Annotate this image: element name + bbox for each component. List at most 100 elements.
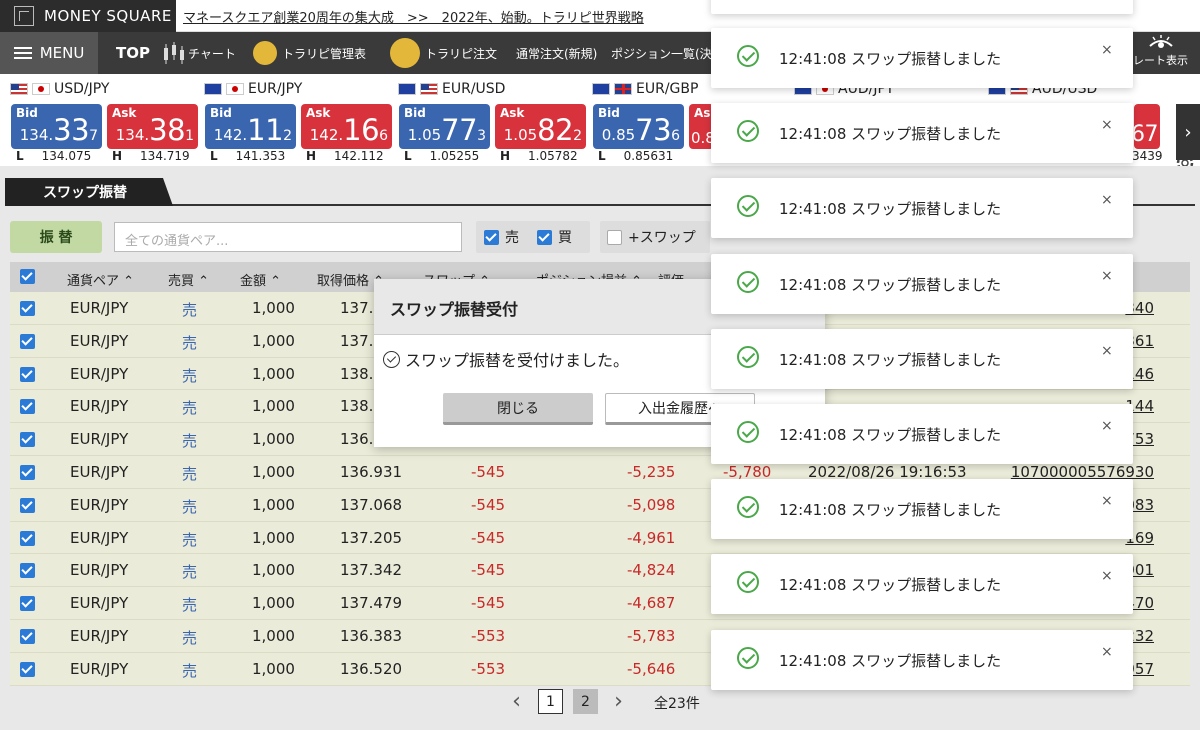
check-circle-icon: [737, 45, 759, 67]
cell-price: 137.068: [340, 495, 403, 514]
bid-button[interactable]: Bid 0.85736: [593, 104, 684, 149]
tab-swap-transfer[interactable]: スワップ振替: [5, 178, 173, 206]
menu-button[interactable]: MENU: [0, 32, 98, 74]
cell-pl: -5,235: [627, 462, 676, 481]
row-checkbox[interactable]: [20, 530, 35, 546]
cell-side: 売: [182, 366, 198, 385]
row-checkbox[interactable]: [20, 497, 35, 513]
page-1[interactable]: 1: [538, 689, 563, 714]
quote-header: EUR/GBP: [592, 81, 698, 97]
side-filter: 売 買: [476, 221, 590, 253]
menu-label: MENU: [39, 44, 85, 62]
cell-amount: 1,000: [252, 659, 295, 678]
close-icon[interactable]: ×: [1101, 192, 1113, 208]
ask-button[interactable]: 67: [1131, 104, 1160, 149]
cell-amount: 1,000: [252, 299, 295, 317]
next-page-icon[interactable]: ›: [606, 689, 631, 714]
scroll-right-arrow[interactable]: ›: [1176, 104, 1200, 160]
toast-notification: 12:41:08 スワップ振替しました ×: [711, 479, 1133, 540]
quote-eurusd[interactable]: EUR/USD Bid 1.05773 Ask 1.05822 L 1.05255 H…: [388, 74, 586, 166]
row-checkbox[interactable]: [20, 366, 35, 382]
low-value: L 141.353: [210, 149, 286, 163]
quote-header: USD/JPY: [10, 81, 109, 97]
cell-pl: -4,687: [627, 594, 676, 613]
plus-swap-filter: +スワップ: [600, 221, 710, 253]
close-icon[interactable]: ×: [1101, 568, 1113, 584]
cell-price: 137.205: [340, 528, 403, 547]
swap-transfer-button[interactable]: 振 替: [10, 221, 102, 253]
toast-notification: 12:41:08 スワップ振替しました ×: [711, 28, 1133, 88]
row-checkbox[interactable]: [20, 628, 35, 644]
row-checkbox[interactable]: [20, 301, 35, 316]
bid-button[interactable]: Bid 134.337: [11, 104, 102, 149]
low-value: L 1.05255: [404, 149, 480, 163]
plus-swap-checkbox[interactable]: [607, 229, 622, 245]
row-checkbox[interactable]: [20, 563, 35, 579]
pair-name: EUR/JPY: [248, 81, 303, 97]
quote-eurjpy[interactable]: EUR/JPY Bid 142.112 Ask 142.166 L 141.353 H…: [194, 74, 392, 166]
close-icon[interactable]: ×: [1101, 42, 1113, 58]
cell-swap: -553: [471, 626, 506, 645]
nav-trapl-order[interactable]: トラリピ注文: [390, 32, 497, 74]
col-side[interactable]: 売買 ⌃: [168, 270, 209, 289]
cell-pl: -4,961: [627, 528, 676, 547]
nav-trapl-manage[interactable]: トラリピ管理表: [253, 32, 366, 74]
plus-swap-label: +スワップ: [628, 230, 696, 246]
row-checkbox[interactable]: [20, 333, 35, 349]
toast-message: 12:41:08 スワップ振替しました: [779, 501, 1002, 520]
buy-label: 買: [558, 230, 572, 246]
eu-flag-icon: [398, 83, 416, 95]
row-checkbox[interactable]: [20, 432, 35, 448]
quote-usdjpy[interactable]: USD/JPY Bid 134.337 Ask 134.381 L 134.075 H…: [0, 74, 198, 166]
nav-normal-order[interactable]: 通常注文(新規): [516, 32, 597, 74]
toast-notification: 12:41:08 スワップ振替しました ×: [711, 554, 1133, 615]
ask-button[interactable]: Ask 142.166: [301, 104, 392, 149]
bid-price: 134.337: [19, 113, 98, 147]
cell-amount: 1,000: [252, 331, 295, 350]
cell-swap: -545: [471, 561, 506, 580]
toast-partial: [711, 0, 1133, 14]
check-circle-icon: [737, 195, 759, 218]
col-amount[interactable]: 金額 ⌃: [240, 270, 281, 289]
check-circle-icon: [737, 421, 759, 443]
sell-checkbox[interactable]: [484, 229, 499, 245]
nav-chart[interactable]: チャート: [160, 32, 236, 74]
ask-button[interactable]: Ask 134.381: [107, 104, 198, 149]
page-2[interactable]: 2: [573, 689, 598, 714]
close-icon[interactable]: ×: [1101, 117, 1113, 133]
cell-price: 136.383: [340, 626, 403, 645]
bid-button[interactable]: Bid 142.112: [205, 104, 296, 149]
bid-price: 1.05773: [407, 113, 486, 147]
buy-checkbox[interactable]: [537, 229, 552, 245]
prev-page-icon[interactable]: ‹: [504, 689, 529, 714]
nav-trapl-order-label: トラリピ注文: [425, 46, 498, 61]
cell-amount: 1,000: [252, 397, 295, 416]
select-all-checkbox[interactable]: [20, 269, 35, 284]
close-button[interactable]: 閉じる: [443, 393, 593, 425]
row-checkbox[interactable]: [20, 596, 35, 612]
cell-amount: 1,000: [252, 495, 295, 514]
cell-side: 売: [182, 333, 198, 352]
close-icon[interactable]: ×: [1101, 343, 1113, 359]
close-icon[interactable]: ×: [1101, 418, 1113, 434]
bid-button[interactable]: Bid 1.05773: [399, 104, 490, 149]
news-ticker-link[interactable]: マネースクエア創業20周年の集大成 >> 2022年、始動。トラリピ世界戦略: [183, 7, 644, 26]
row-checkbox[interactable]: [20, 399, 35, 415]
nav-top[interactable]: TOP: [116, 32, 150, 74]
pagination: ‹ 1 2 › 全23件: [0, 688, 1200, 718]
pair-select[interactable]: 全ての通貨ペア...: [114, 222, 462, 252]
row-checkbox[interactable]: [20, 661, 35, 677]
brand-logo[interactable]: MONEY SQUARE: [0, 0, 176, 32]
bid-price: 0.85736: [601, 113, 680, 147]
check-circle-icon: [737, 496, 759, 519]
close-icon[interactable]: ×: [1101, 493, 1113, 509]
col-pair[interactable]: 通貨ペア ⌃: [67, 270, 134, 289]
ask-button[interactable]: Ask 1.05822: [495, 104, 586, 149]
eu-flag-icon: [592, 83, 610, 95]
close-icon[interactable]: ×: [1101, 268, 1113, 284]
cell-pl: -5,098: [627, 495, 676, 514]
row-checkbox[interactable]: [20, 464, 35, 480]
cell-pair: EUR/JPY: [70, 594, 129, 613]
toast-message: 12:41:08 スワップ振替しました: [779, 50, 1002, 68]
close-icon[interactable]: ×: [1101, 644, 1113, 660]
